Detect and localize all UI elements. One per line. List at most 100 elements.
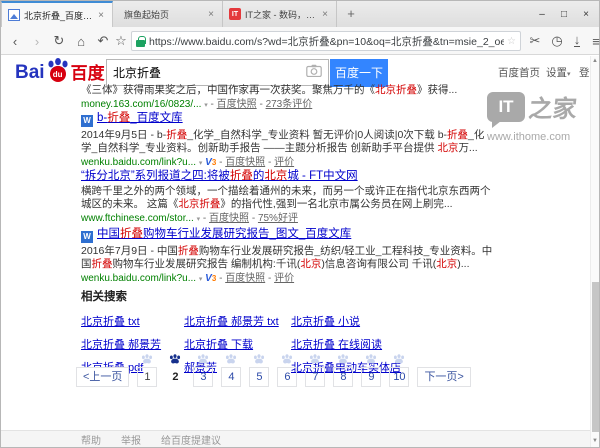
minimize-button[interactable]: –	[531, 9, 553, 20]
page-button-2-current: 2	[165, 354, 185, 387]
maximize-button[interactable]: □	[553, 9, 575, 20]
tab-baidu-search[interactable]: 北京折叠_百度搜索 ×	[1, 1, 113, 27]
related-link[interactable]: 北京折叠 下载	[184, 336, 291, 352]
result-url: money.163.com/16/0823/...	[81, 99, 201, 110]
footer-feedback-link[interactable]: 给百度提建议	[161, 432, 221, 447]
tab-ithome[interactable]: IT IT之家 - 数码，科技，生... ×	[223, 1, 337, 27]
screenshot-scissors-icon[interactable]: ✂	[525, 27, 545, 55]
tab-close-icon[interactable]: ×	[320, 9, 330, 20]
snapshot-link[interactable]: 百度快照	[209, 213, 249, 224]
gesture-arrow-icon[interactable]: ↶	[93, 27, 113, 55]
tab-title: IT之家 - 数码，科技，生...	[245, 8, 316, 21]
back-icon[interactable]: ‹	[5, 27, 25, 55]
prev-page-button[interactable]: <上一页	[76, 367, 129, 387]
page-content: Bai du 百度 北京折叠 百度一下 百度首页 设置▾ 登录 《三体》获得雨果…	[1, 56, 599, 447]
result-url: wenku.baidu.com/link?u...	[81, 157, 196, 168]
tab-close-icon[interactable]: ×	[96, 10, 106, 21]
scroll-down-icon[interactable]: ▼	[591, 438, 599, 444]
snapshot-link[interactable]: 百度快照	[217, 99, 257, 110]
result-url: wenku.baidu.com/link?u...	[81, 273, 196, 284]
page-button-8[interactable]: 8	[333, 354, 353, 387]
related-link[interactable]: 北京折叠 在线阅读	[291, 336, 501, 352]
browser-toolbar: ‹ › ↻ ⌂ ↶ ☆ https://www.baidu.com/s?wd=北…	[1, 27, 599, 55]
wenku-doc-icon: W	[81, 115, 93, 127]
logo-cn: 百度	[71, 64, 105, 83]
related-link[interactable]: 北京折叠 小说	[291, 313, 501, 329]
footer-help-link[interactable]: 帮助	[81, 432, 101, 447]
url-text[interactable]: https://www.baidu.com/s?wd=北京折叠&pn=10&oq…	[149, 34, 504, 49]
search-result: W中国折叠购物车行业发展研究报告_图文_百度文库 2016年7月9日 - 中国折…	[81, 227, 493, 287]
ithome-logo-cn: 之家	[527, 89, 579, 124]
camera-icon[interactable]	[306, 64, 322, 82]
snapshot-link[interactable]: 百度快照	[225, 157, 265, 168]
footer-report-link[interactable]: 举报	[121, 432, 141, 447]
window-controls: – □ ×	[531, 1, 597, 27]
result-meta: www.ftchinese.com/stor... ▾ - 百度快照 - 75%…	[81, 212, 493, 227]
search-result: “拆分北京”系列报道之四:将被折叠的北京城 - FT中文网 横跨千里之外的两个领…	[81, 169, 493, 227]
page-button-6[interactable]: 6	[277, 354, 297, 387]
page-button-3[interactable]: 3	[193, 354, 213, 387]
related-searches-heading: 相关搜索	[81, 288, 501, 304]
tab-title: 旗鱼起始页	[124, 8, 202, 21]
menu-icon[interactable]: ≡	[586, 27, 600, 55]
url-caret-icon[interactable]: ▾	[199, 276, 203, 283]
ithome-favicon: IT	[229, 8, 241, 20]
close-button[interactable]: ×	[575, 9, 597, 20]
vertical-scrollbar[interactable]: ▲ ▼	[590, 56, 599, 447]
result-snippet: 《三体》获得雨果奖之后，中国作家再一次获奖。聚焦万千的《北京折叠》获得...	[81, 84, 493, 97]
page-button-10[interactable]: 10	[389, 354, 409, 387]
search-result: Wb-折叠_百度文库 2014年9月5日 - b-折叠_化学_自然科学_专业资料…	[81, 111, 493, 171]
page-button-9[interactable]: 9	[361, 354, 381, 387]
download-icon[interactable]: ↓	[567, 27, 587, 55]
reviews-link[interactable]: 评价	[274, 273, 294, 284]
logo-bai: Bai	[15, 63, 45, 83]
snapshot-link[interactable]: 百度快照	[225, 273, 265, 284]
url-caret-icon[interactable]: ▾	[199, 160, 203, 167]
search-query-text[interactable]: 北京折叠	[113, 64, 306, 81]
rating-link[interactable]: 75%好评	[258, 213, 298, 224]
scrollbar-thumb[interactable]	[592, 282, 599, 432]
result-snippet: 2016年7月9日 - 中国折叠购物车行业发展研究报告_纺织/轻工业_工程科技_…	[81, 245, 493, 271]
v3-badge: V	[205, 273, 212, 284]
url-caret-icon[interactable]: ▾	[197, 216, 201, 223]
search-input[interactable]: 北京折叠	[106, 59, 329, 86]
https-lock-icon	[136, 36, 145, 47]
result-title-link[interactable]: “拆分北京”系列报道之四:将被折叠的北京城 - FT中文网	[81, 170, 358, 182]
nav-settings[interactable]: 设置▾	[546, 65, 571, 80]
result-title-link[interactable]: 中国折叠购物车行业发展研究报告_图文_百度文库	[97, 228, 351, 240]
result-url: www.ftchinese.com/stor...	[81, 213, 194, 224]
url-caret-icon[interactable]: ▾	[204, 102, 208, 109]
related-link[interactable]: 北京折叠 txt	[81, 313, 184, 329]
new-tab-button[interactable]: +	[343, 6, 359, 22]
tab-start-page[interactable]: 旗鱼起始页 ×	[114, 1, 223, 27]
address-bar[interactable]: https://www.baidu.com/s?wd=北京折叠&pn=10&oq…	[131, 31, 521, 51]
result-snippet: 横跨千里之外的两个领域，一个描绘着通州的未来，而另一个或许正在指代北京东西两个城…	[81, 185, 493, 211]
nav-baidu-home[interactable]: 百度首页	[498, 65, 540, 80]
baidu-search-button[interactable]: 百度一下	[330, 59, 388, 87]
result-title-link[interactable]: b-折叠_百度文库	[97, 112, 183, 124]
scroll-up-icon[interactable]: ▲	[591, 58, 599, 64]
bubble-tail	[492, 121, 501, 128]
page-button-5[interactable]: 5	[249, 354, 269, 387]
related-link[interactable]: 北京折叠 郝景芳 txt	[184, 313, 291, 329]
page-button-4[interactable]: 4	[221, 354, 241, 387]
reviews-link[interactable]: 评价	[274, 157, 294, 168]
related-link[interactable]: 北京折叠 郝景芳	[81, 336, 184, 352]
tab-close-icon[interactable]: ×	[206, 9, 216, 20]
next-page-button[interactable]: 下一页>	[417, 367, 470, 387]
chevron-down-icon: ▾	[567, 71, 571, 78]
baidu-paw-icon: du	[46, 59, 70, 83]
history-clock-icon[interactable]: ◷	[547, 27, 567, 55]
favorites-star-icon[interactable]: ☆	[111, 27, 131, 55]
page-button-7[interactable]: 7	[305, 354, 325, 387]
bookmark-star-icon[interactable]: ☆	[504, 36, 516, 47]
reviews-link[interactable]: 273条评价	[266, 99, 313, 110]
refresh-icon[interactable]: ↻	[49, 27, 69, 55]
page-button-1[interactable]: 1	[137, 354, 157, 387]
baidu-logo[interactable]: Bai du 百度	[15, 59, 105, 83]
search-result: 《三体》获得雨果奖之后，中国作家再一次获奖。聚焦万千的《北京折叠》获得... m…	[81, 84, 493, 113]
home-icon[interactable]: ⌂	[71, 27, 91, 55]
logo-du: du	[50, 66, 66, 82]
ithome-watermark: IT 之家 www.ithome.com	[487, 89, 577, 143]
forward-icon[interactable]: ›	[27, 27, 47, 55]
